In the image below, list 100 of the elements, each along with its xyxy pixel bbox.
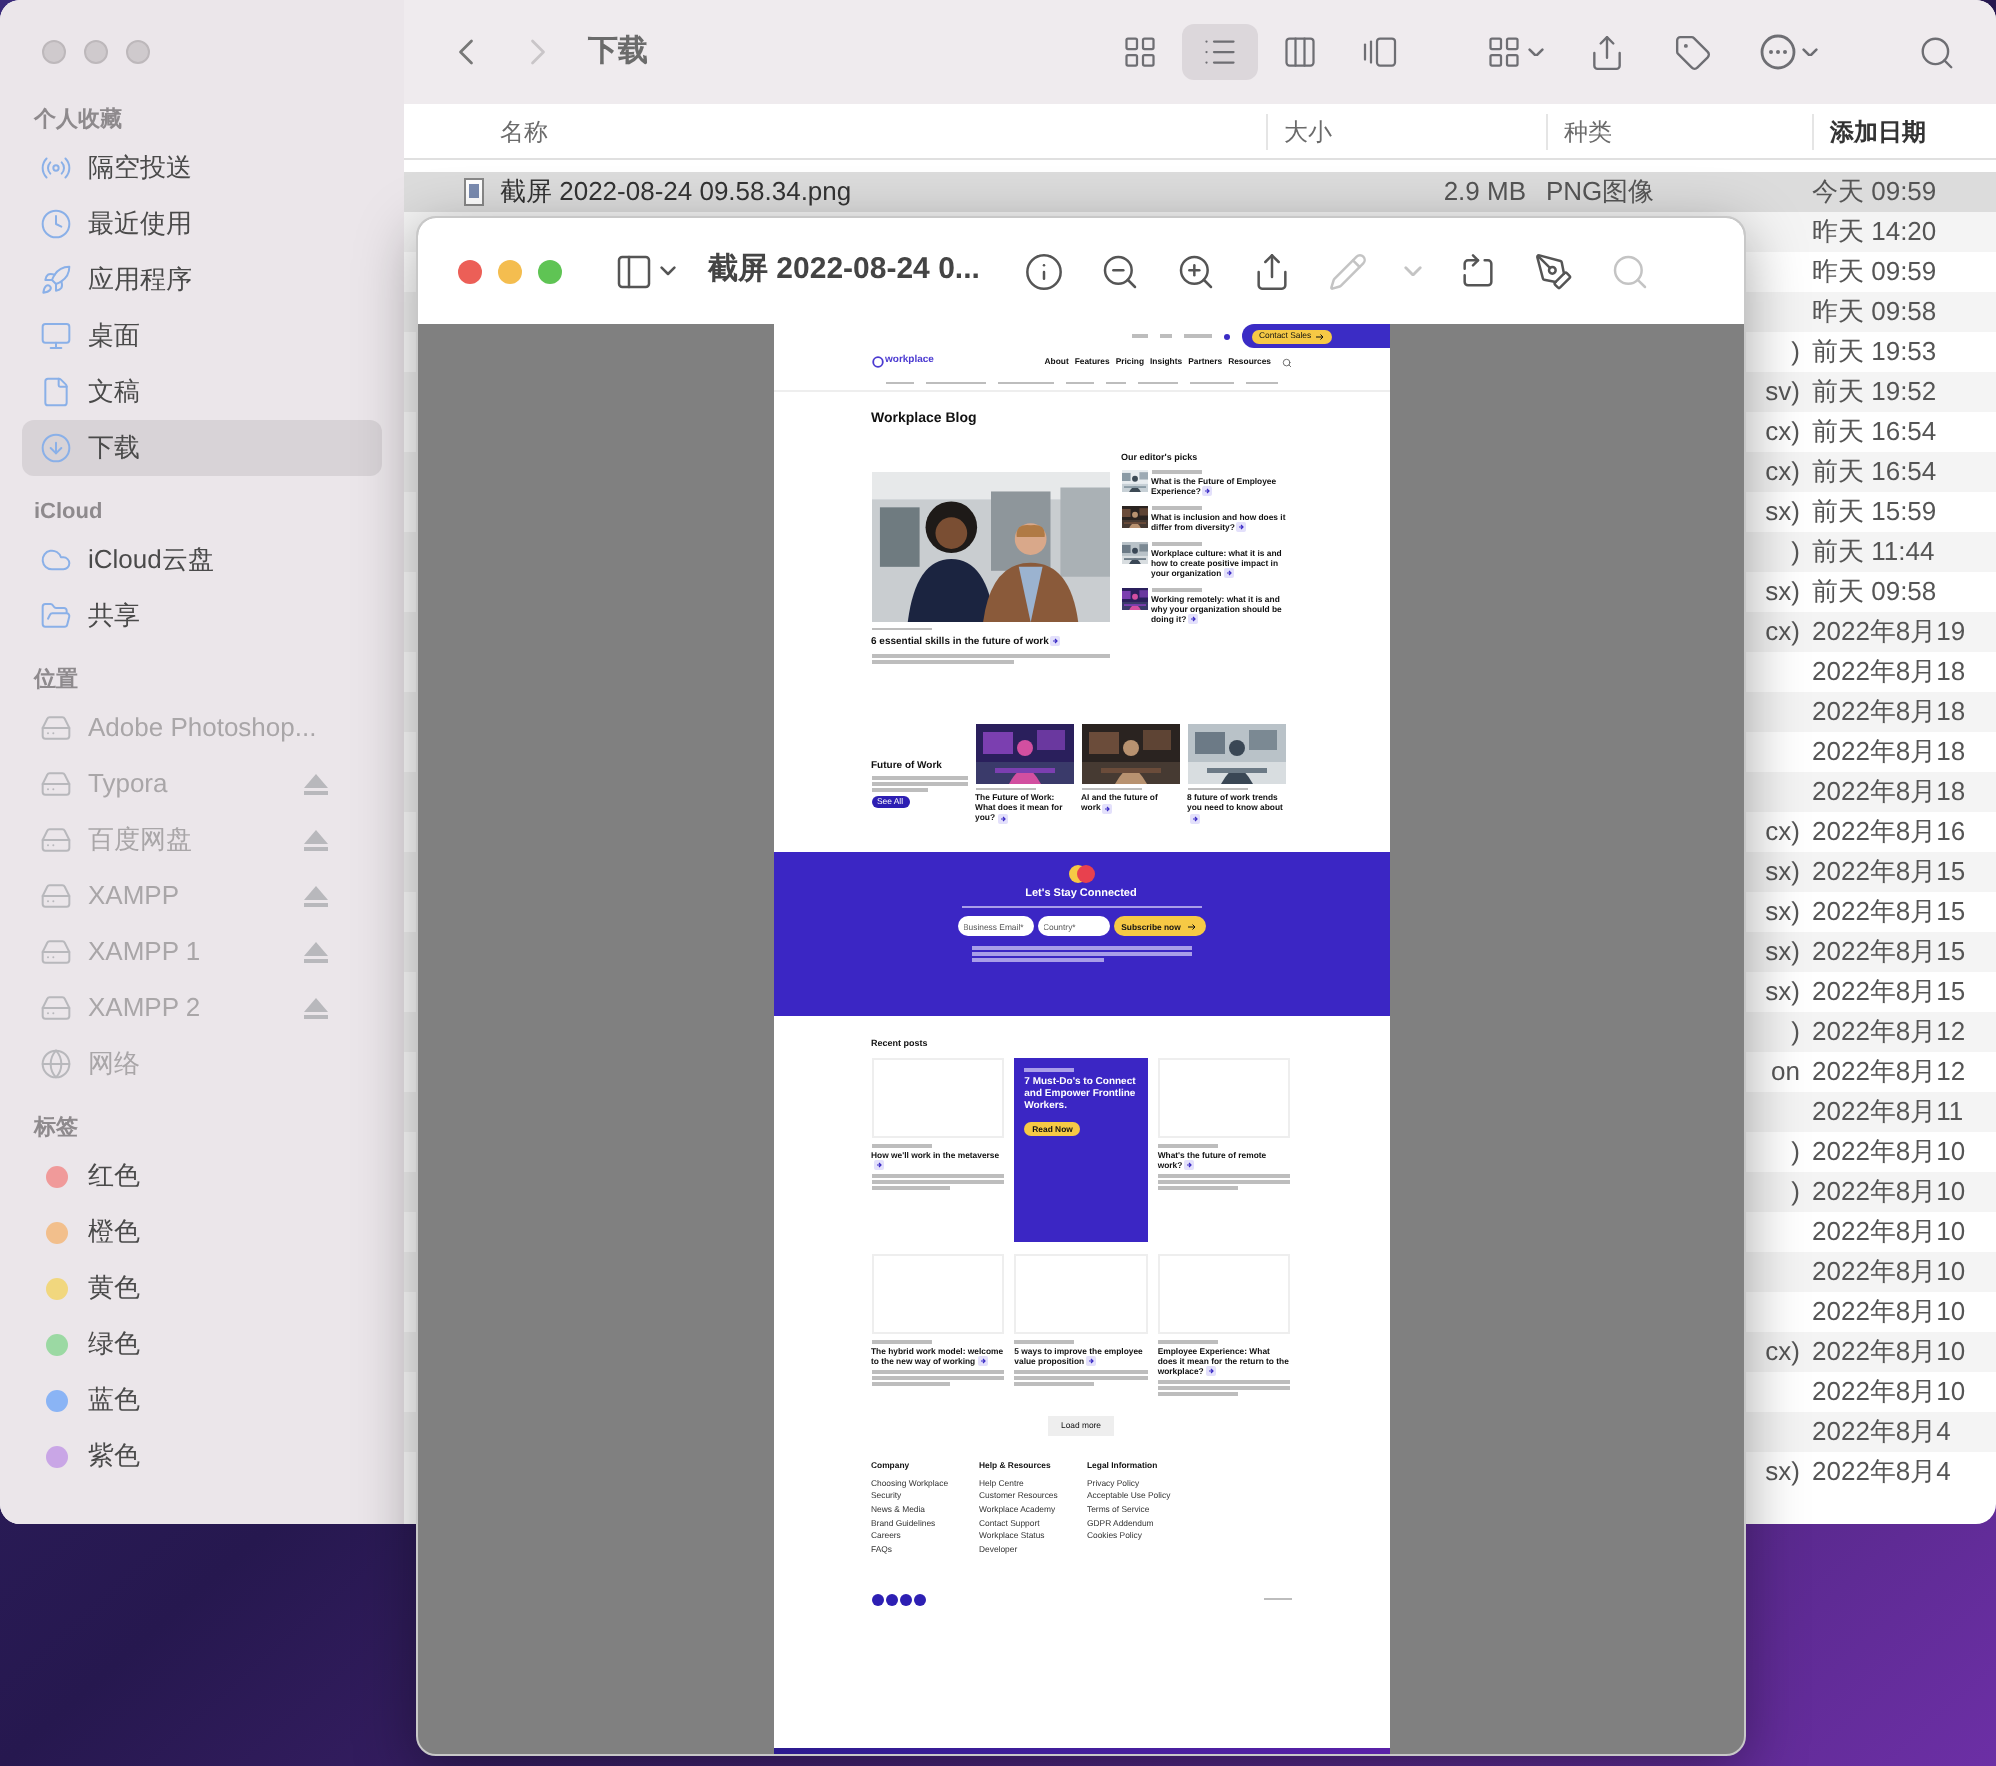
date-added: 前天 11:44 (1812, 534, 1935, 571)
sidebar-item[interactable]: 隔空投送 (22, 140, 382, 196)
date-added: 2022年8月15 (1812, 894, 1966, 931)
file-type: on (1771, 1054, 1800, 1091)
placeholder-line (1263, 1597, 1291, 1601)
sidebar-item[interactable]: 绿色 (22, 1316, 382, 1372)
placeholder-line (997, 381, 1053, 385)
sidebar-item[interactable]: iCloud云盘 (22, 532, 382, 588)
caret-icon (1403, 265, 1422, 277)
rotate-button[interactable] (1457, 251, 1498, 291)
sidebar-button[interactable] (614, 251, 676, 291)
tag-button[interactable] (1674, 33, 1712, 71)
sidebar-item[interactable]: 紫色 (22, 1428, 382, 1484)
date-added: 2022年8月10 (1812, 1134, 1966, 1171)
date-added: 2022年8月10 (1812, 1214, 1966, 1251)
date-added: 前天 16:54 (1812, 454, 1937, 491)
search-button[interactable] (1918, 33, 1956, 71)
date-added: 2022年8月11 (1812, 1094, 1964, 1131)
placeholder-line (885, 381, 913, 385)
sidebar-label: 绿色 (88, 1326, 140, 1363)
placeholder-line (925, 381, 985, 385)
sidebar-label: 橙色 (88, 1214, 140, 1251)
date-added: 2022年8月16 (1812, 814, 1966, 851)
arrow-icon (1202, 486, 1213, 497)
sidebar-item[interactable]: 蓝色 (22, 1372, 382, 1428)
drive-icon (40, 936, 72, 968)
zoom-out-button[interactable] (1099, 251, 1140, 291)
file-type: PNG图像 (1546, 174, 1655, 211)
arrow-icon (873, 1160, 883, 1171)
placeholder-line (1183, 334, 1211, 338)
date-added: 2022年8月10 (1812, 1174, 1966, 1211)
arrow-icon (1189, 813, 1199, 824)
date-added: 2022年8月4 (1812, 1454, 1951, 1491)
airdrop-icon (40, 152, 72, 184)
sidebar-heading: 个人收藏 (31, 105, 124, 136)
file-type: sx) (1765, 934, 1800, 971)
placeholder-line (1151, 470, 1201, 474)
sidebar-item[interactable]: 应用程序 (22, 252, 382, 308)
sidebar-label: XAMPP (88, 878, 180, 915)
date-added: 今天 09:59 (1812, 174, 1937, 211)
arrow-icon (977, 1356, 988, 1367)
markup-button[interactable] (1533, 251, 1574, 291)
pen-icon (1533, 251, 1574, 291)
close-button[interactable] (458, 259, 482, 283)
file-type: ) (1791, 334, 1800, 371)
caret-icon (660, 266, 676, 276)
column-header[interactable]: 名称 (404, 113, 1266, 149)
file-type: cx) (1765, 614, 1800, 651)
date-added: 前天 19:52 (1812, 374, 1937, 411)
sidebar-label: XAMPP 2 (88, 990, 201, 1027)
arrow-icon (1086, 1356, 1097, 1367)
file-type: sx) (1765, 854, 1800, 891)
info-button[interactable] (1023, 251, 1064, 291)
date-added: 2022年8月19 (1812, 614, 1966, 651)
sidebar-heading: 标签 (31, 1113, 80, 1144)
group-button[interactable] (1486, 34, 1544, 70)
placeholder-line (1245, 381, 1277, 385)
placeholder-line (1137, 381, 1177, 385)
sidebar-item[interactable]: 文稿 (22, 364, 382, 420)
pencil-icon (1327, 251, 1368, 291)
placeholder-line (871, 1340, 931, 1344)
sidebar-label: iCloud云盘 (88, 542, 214, 579)
zoom-in-button[interactable] (1175, 251, 1216, 291)
document-title: 截屏 2022-08-24 0... (708, 250, 980, 291)
column-header[interactable]: 大小 (1266, 113, 1546, 149)
sidebar-label: 紫色 (88, 1438, 140, 1475)
sidebar-item[interactable]: 橙色 (22, 1204, 382, 1260)
placeholder-line (1014, 1340, 1075, 1344)
search-icon[interactable] (1281, 357, 1291, 367)
sidebar-item[interactable]: 桌面 (22, 308, 382, 364)
file-size: 2.9 MB (1443, 174, 1526, 211)
share-button[interactable] (1251, 251, 1292, 291)
sidebar-item[interactable]: 共享 (22, 588, 382, 644)
placeholder-line (1024, 1068, 1075, 1072)
placeholder-line (871, 1144, 931, 1148)
column-header[interactable]: 种类 (1546, 113, 1812, 149)
sidebar-item[interactable]: 最近使用 (22, 196, 382, 252)
sidebar-label: Adobe Photoshop... (88, 710, 317, 747)
file-name[interactable]: 截屏 2022-08-24 09.58.34.png (500, 172, 852, 212)
download-icon (40, 432, 72, 464)
date-added: 2022年8月18 (1812, 774, 1966, 811)
grid-icon (1486, 34, 1522, 70)
sidebar-item[interactable]: 黄色 (22, 1260, 382, 1316)
file-type: ) (1791, 534, 1800, 571)
zoom-button[interactable] (538, 259, 562, 283)
logo-icon (871, 356, 883, 368)
share-button[interactable] (1588, 33, 1626, 71)
column-header[interactable]: 添加日期 (1812, 113, 1996, 149)
arrow-icon (1205, 1366, 1216, 1377)
sidebar-heading: 位置 (31, 665, 80, 696)
drive-icon (40, 712, 72, 744)
more-button[interactable] (1760, 34, 1818, 70)
folder-title: 下载 (588, 31, 648, 72)
sidebar-item[interactable]: 红色 (22, 1148, 382, 1204)
sidebar-label: 应用程序 (88, 262, 192, 299)
file-type: ) (1791, 1174, 1800, 1211)
arrow-icon (1184, 1160, 1195, 1171)
list-view-button[interactable] (1182, 24, 1258, 80)
date-added: 昨天 09:59 (1812, 254, 1937, 291)
sidebar-item[interactable]: 下载 (22, 420, 382, 476)
